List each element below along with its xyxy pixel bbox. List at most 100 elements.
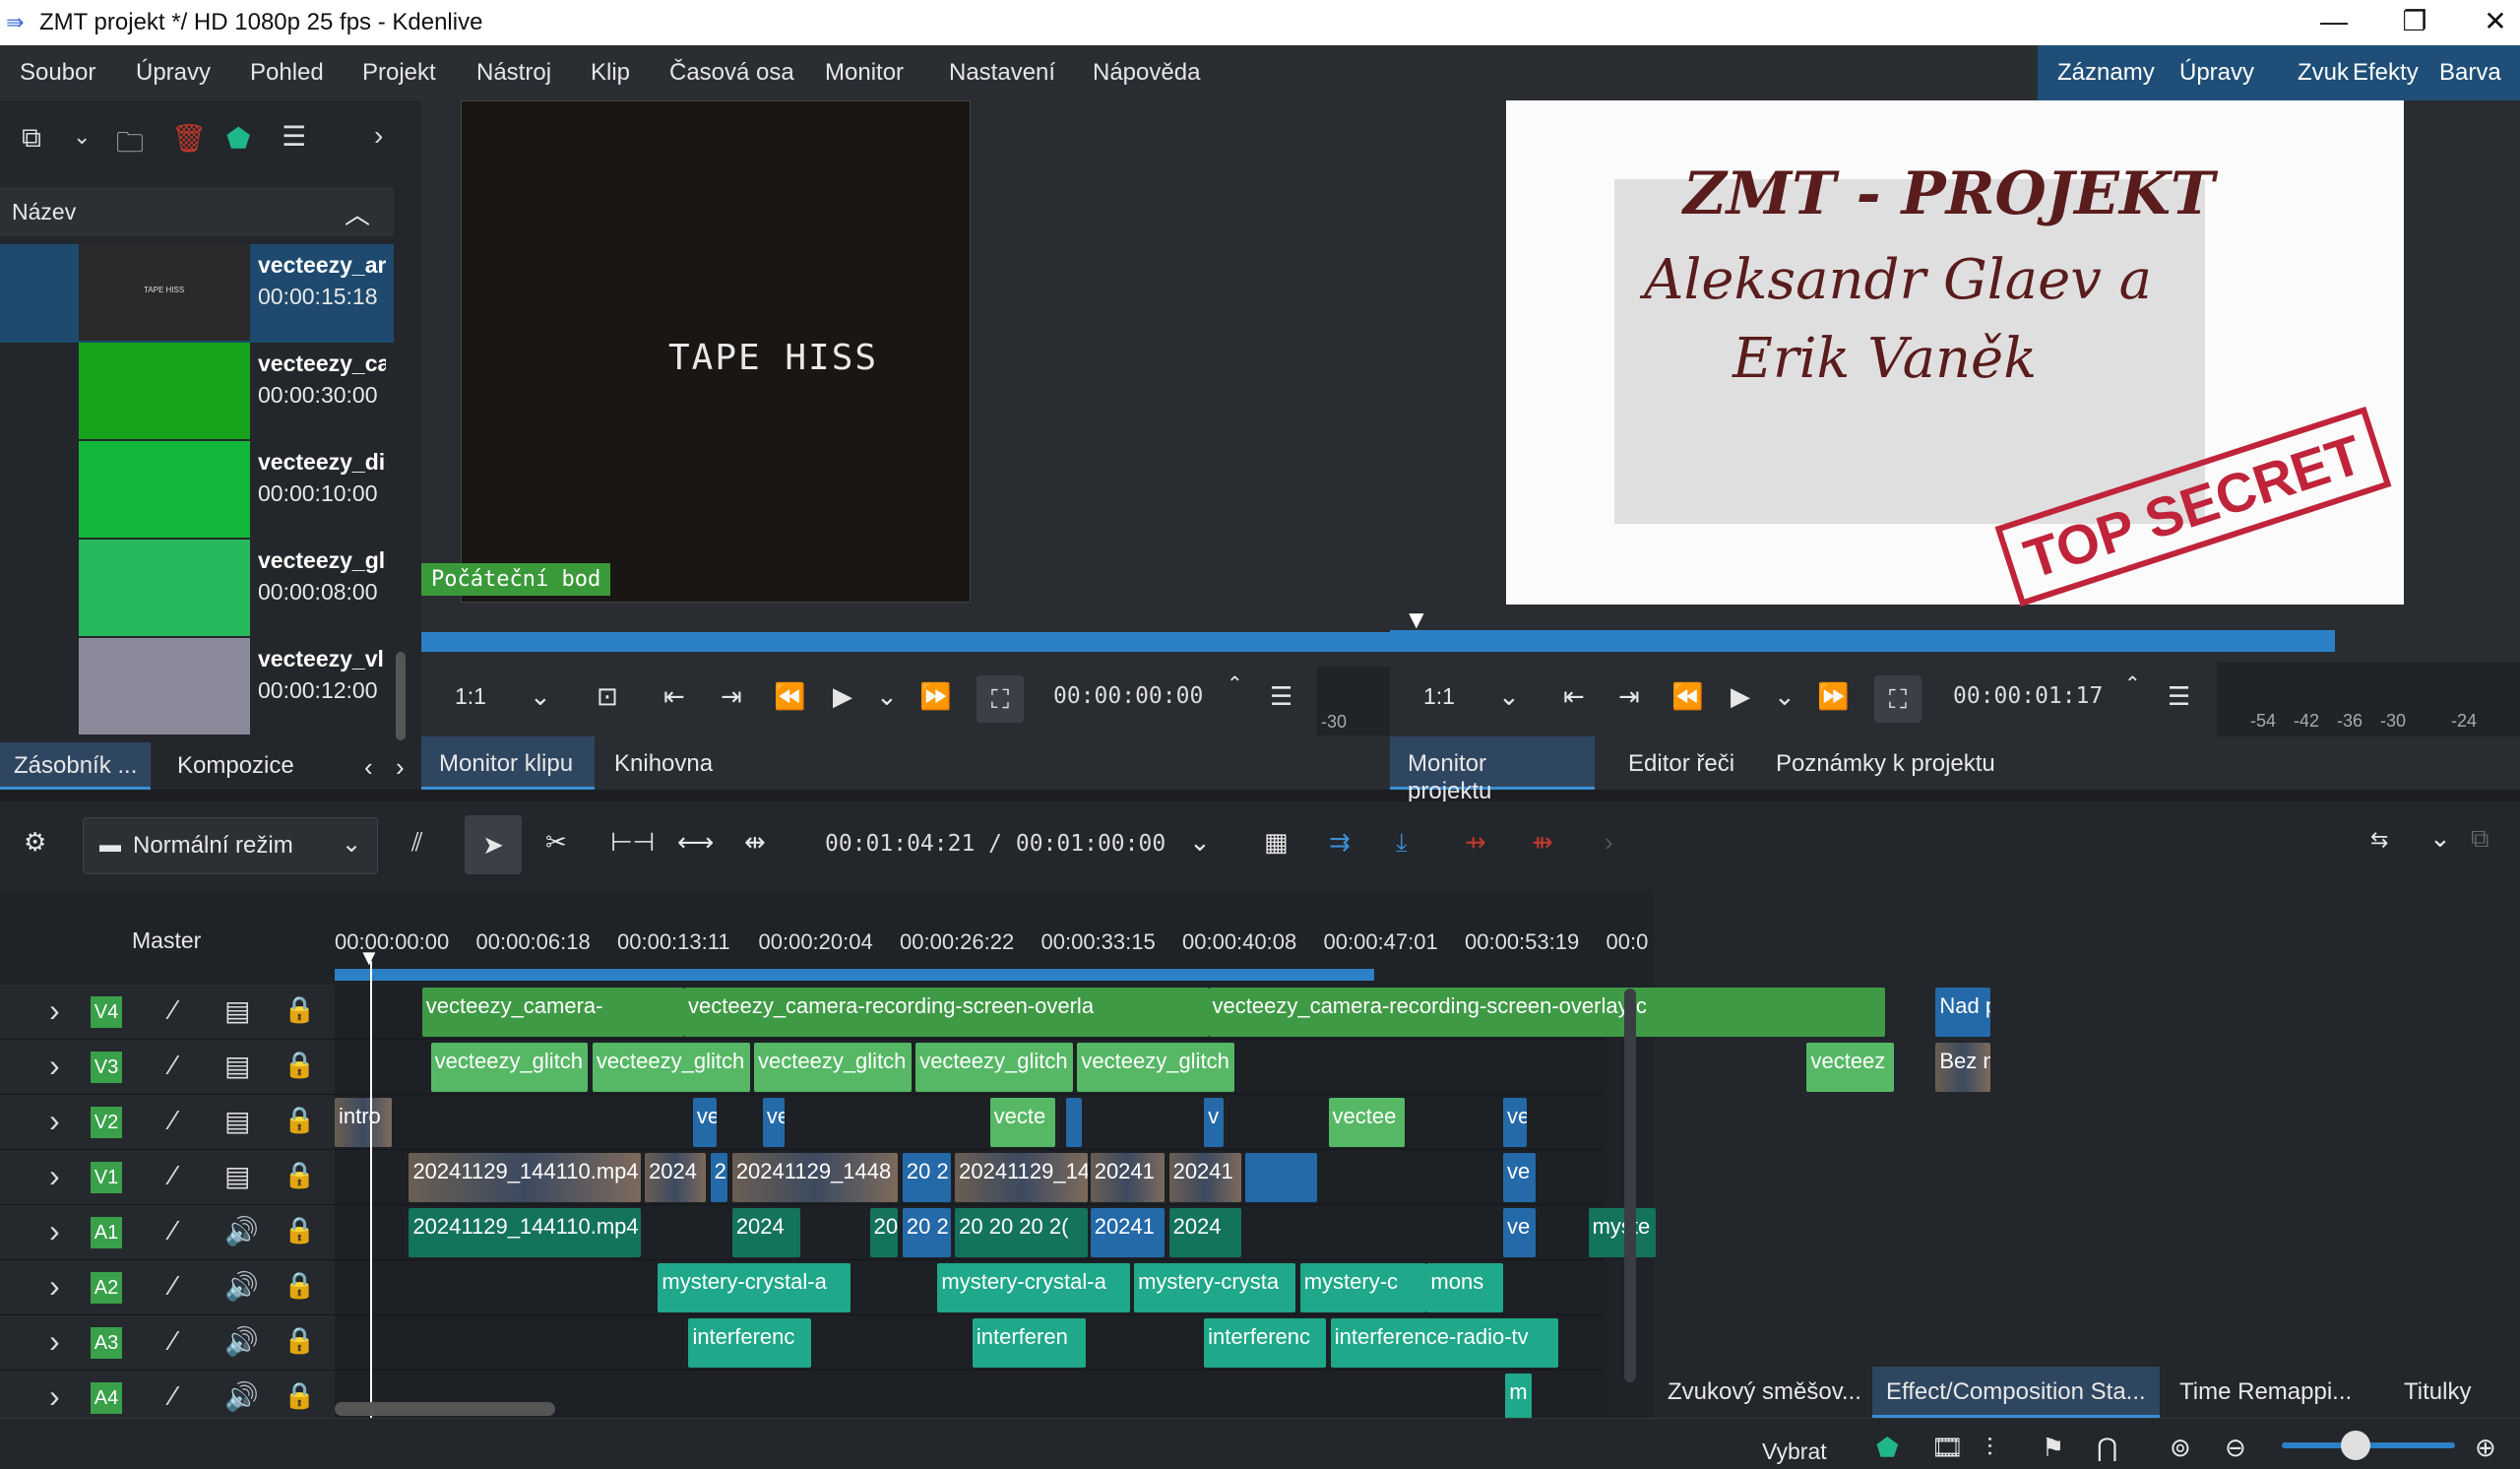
menu-projekt[interactable]: Projekt: [362, 59, 436, 87]
fullscreen-icon[interactable]: ⛶: [976, 675, 1024, 723]
effects-wand-icon[interactable]: ⁄: [171, 1325, 176, 1357]
timeline-clip[interactable]: [1066, 1098, 1082, 1147]
timeline-clip[interactable]: mystery-crystal-a: [658, 1263, 850, 1312]
tab-knihovna[interactable]: Knihovna: [614, 750, 713, 778]
track-label[interactable]: V1: [91, 1162, 122, 1193]
timeline-clip[interactable]: vecteez: [1806, 1043, 1895, 1092]
timeline-clip[interactable]: mons: [1426, 1263, 1504, 1312]
tab-time-remapping[interactable]: Time Remappi...: [2166, 1367, 2365, 1418]
zoom-label[interactable]: 1:1: [1423, 683, 1455, 710]
timecode-spin-icon[interactable]: ⌃: [2124, 671, 2141, 696]
menu-pohled[interactable]: Pohled: [250, 59, 324, 87]
rewind-icon[interactable]: ⏪: [1671, 681, 1703, 712]
timeline-clip[interactable]: vectee: [1328, 1098, 1406, 1147]
mute-track-icon[interactable]: 🔊: [224, 1270, 259, 1303]
menu-nastaveni[interactable]: Nastavení: [949, 59, 1055, 87]
overwrite-clip-icon[interactable]: ⤓: [1396, 827, 1408, 859]
sort-up-icon[interactable]: ︿: [345, 195, 370, 231]
effects-wand-icon[interactable]: ⁄: [171, 1215, 176, 1246]
timeline-clip[interactable]: Bez n: [1935, 1043, 1990, 1092]
zoom-out-icon[interactable]: ⊖: [2225, 1433, 2246, 1463]
edit-mode-select[interactable]: ▬ Normální režim ⌄: [83, 817, 378, 874]
timeline-clip[interactable]: 20241: [1168, 1153, 1241, 1202]
effects-wand-icon[interactable]: ⁄: [171, 994, 176, 1026]
clip-timecode[interactable]: 00:00:00:00: [1053, 683, 1203, 709]
timecode-spin-icon[interactable]: ⌃: [1227, 671, 1243, 696]
fast-forward-icon[interactable]: ⏩: [919, 681, 951, 712]
track-label[interactable]: V4: [91, 996, 122, 1028]
filmstrip-icon[interactable]: 🎞: [1931, 1433, 1964, 1463]
timeline-clip[interactable]: 20241: [1090, 1208, 1166, 1257]
hide-track-icon[interactable]: ▤: [224, 994, 250, 1027]
zone-bar[interactable]: [335, 969, 1374, 981]
menu-monitor[interactable]: Monitor: [825, 59, 904, 87]
expand-track-icon[interactable]: ›: [49, 1323, 60, 1360]
add-folder-icon[interactable]: 🗀: [116, 122, 144, 169]
timeline-clip[interactable]: 20241: [1090, 1153, 1166, 1202]
menu-upravy[interactable]: Úpravy: [136, 59, 211, 87]
timeline-clip[interactable]: vecteezy_camera-recording-screen-overlay…: [1208, 988, 1886, 1037]
master-label[interactable]: Master: [132, 927, 201, 954]
timeline-clip[interactable]: ve: [1503, 1153, 1537, 1202]
compare-icon[interactable]: ⇆: [2370, 827, 2388, 853]
track-header-v1[interactable]: › V1 ⁄ ▤ 🔒: [0, 1150, 335, 1205]
hide-track-icon[interactable]: ▤: [224, 1050, 250, 1082]
rewind-icon[interactable]: ⏪: [774, 681, 805, 712]
detach-icon[interactable]: ⧉: [2471, 823, 2489, 855]
workspace-upravy[interactable]: Úpravy: [2179, 59, 2254, 87]
lock-track-icon[interactable]: 🔒: [284, 1270, 315, 1301]
timeline-clip[interactable]: 20241129_145: [955, 1153, 1089, 1202]
menu-soubor[interactable]: Soubor: [20, 59, 95, 87]
menu-klip[interactable]: Klip: [591, 59, 630, 87]
timeline-ruler[interactable]: 00:00:00:00 00:00:06:18 00:00:13:11 00:00:2…: [335, 890, 1654, 985]
bin-clip[interactable]: vecteezy_ca 00:00:30:00: [0, 343, 394, 441]
track-row-v4[interactable]: vecteezy_camera-vecteezy_camera-recordin…: [335, 985, 1990, 1040]
effects-wand-icon[interactable]: ⁄: [171, 1270, 176, 1302]
expand-track-icon[interactable]: ›: [49, 1268, 60, 1305]
zoom-slider[interactable]: [2282, 1431, 2455, 1460]
timeline-hscrollbar[interactable]: [335, 1402, 555, 1416]
timeline-clip[interactable]: interferen: [972, 1318, 1087, 1368]
chevron-down-icon[interactable]: ⌄: [530, 681, 551, 712]
marker-flag-icon[interactable]: ⚑: [2042, 1433, 2064, 1463]
zoom-slider-handle[interactable]: [2341, 1431, 2370, 1460]
timeline-clip[interactable]: vecte: [989, 1098, 1056, 1147]
extract-icon[interactable]: ⇻: [1532, 827, 1553, 858]
hide-track-icon[interactable]: ▤: [224, 1105, 250, 1137]
playhead-line[interactable]: [370, 961, 372, 1418]
chevron-down-icon[interactable]: ⌄: [1498, 681, 1520, 712]
timeline-clip[interactable]: 20 2: [902, 1208, 951, 1257]
timeline-clip[interactable]: 20241129_144110.mp4: [409, 1208, 641, 1257]
maximize-button[interactable]: ❐: [2374, 0, 2455, 45]
mute-track-icon[interactable]: 🔊: [224, 1215, 259, 1247]
timeline-clip[interactable]: ve: [692, 1098, 718, 1147]
preview-render-icon[interactable]: ▦: [1264, 827, 1289, 858]
track-label[interactable]: A4: [91, 1382, 122, 1414]
effects-wand-icon[interactable]: ⁄: [171, 1380, 176, 1412]
audio-wave-icon[interactable]: ⫶: [1986, 1433, 1993, 1464]
lock-track-icon[interactable]: 🔒: [284, 1215, 315, 1245]
track-row-a2[interactable]: mystery-crystal-a mystery-crystal-a myster…: [335, 1260, 1605, 1315]
tab-editor-reci[interactable]: Editor řeči: [1628, 750, 1734, 778]
bin-clip[interactable]: TAPE HISS vecteezy_ar 00:00:15:18: [0, 244, 394, 343]
set-out-icon[interactable]: ⇥: [1618, 681, 1640, 712]
chevron-right-icon[interactable]: ›: [1605, 827, 1613, 858]
timeline-clip[interactable]: ve: [1503, 1098, 1528, 1147]
workspace-barva[interactable]: Barva: [2439, 59, 2501, 87]
lift-icon[interactable]: ⇸: [1465, 827, 1486, 858]
mute-track-icon[interactable]: 🔊: [224, 1380, 259, 1413]
set-out-icon[interactable]: ⇥: [721, 681, 742, 712]
workspace-efekty[interactable]: Efekty: [2353, 59, 2419, 87]
timeline-clip[interactable]: intro: [335, 1098, 392, 1147]
timeline-clip[interactable]: 20241129_144110.mp4: [409, 1153, 641, 1202]
track-row-a1[interactable]: 20241129_144110.mp4 2024 20 20 2 20 20 20 2(…: [335, 1205, 1657, 1260]
lock-track-icon[interactable]: 🔒: [284, 994, 315, 1025]
spacer-tool-icon[interactable]: ⊢⊣: [610, 827, 655, 858]
tag-icon[interactable]: ⬟: [1876, 1433, 1899, 1463]
lock-track-icon[interactable]: 🔒: [284, 1105, 315, 1135]
tab-poznamky[interactable]: Poznámky k projektu: [1776, 750, 1995, 778]
zoom-fit-icon[interactable]: ⊚: [2170, 1433, 2191, 1463]
track-settings-icon[interactable]: ⚙: [24, 827, 46, 858]
timeline-clip[interactable]: Nad p: [1935, 988, 1990, 1037]
track-label[interactable]: A2: [91, 1272, 122, 1304]
